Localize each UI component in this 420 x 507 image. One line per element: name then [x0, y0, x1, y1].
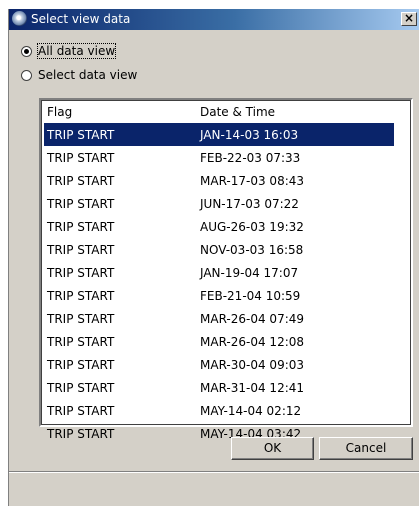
table-row[interactable]: TRIP START JUN-17-03 07:22: [44, 192, 394, 215]
table-row[interactable]: TRIP START MAR-31-04 12:41: [44, 376, 394, 399]
table-row[interactable]: TRIP START FEB-22-03 07:33: [44, 146, 394, 169]
cell-date-time: MAR-31-04 12:41: [200, 380, 305, 395]
table-row[interactable]: TRIP START JAN-14-03 16:03: [44, 123, 394, 146]
table-row[interactable]: TRIP START AUG-26-03 19:32: [44, 215, 394, 238]
dialog-window: Select view data × All data view Select …: [8, 9, 419, 506]
cell-date-time: FEB-22-03 07:33: [200, 150, 301, 165]
close-icon: ×: [403, 11, 415, 25]
cell-flag: TRIP START: [47, 288, 115, 303]
window-title: Select view data: [31, 12, 131, 26]
column-header-date-time[interactable]: Date & Time: [200, 105, 275, 119]
column-header-flag[interactable]: Flag: [47, 105, 72, 119]
ok-button[interactable]: OK: [231, 437, 314, 460]
table-row[interactable]: TRIP START MAY-14-04 02:12: [44, 399, 394, 422]
cell-flag: TRIP START: [47, 357, 115, 372]
cell-date-time: AUG-26-03 19:32: [200, 219, 304, 234]
cell-flag: TRIP START: [47, 380, 115, 395]
cell-flag: TRIP START: [47, 403, 115, 418]
cell-date-time: MAR-26-04 12:08: [200, 334, 305, 349]
table-row[interactable]: TRIP START NOV-03-03 16:58: [44, 238, 394, 261]
table-row[interactable]: TRIP START JAN-19-04 17:07: [44, 261, 394, 284]
table-row[interactable]: TRIP START MAR-30-04 09:03: [44, 353, 394, 376]
radio-button-checked[interactable]: [21, 45, 32, 57]
cell-date-time: MAR-17-03 08:43: [200, 173, 305, 188]
radio-label-all-data-view[interactable]: All data view: [36, 43, 117, 59]
cell-flag: TRIP START: [47, 334, 115, 349]
cell-flag: TRIP START: [47, 265, 115, 280]
cell-flag: TRIP START: [47, 196, 115, 211]
table-row[interactable]: TRIP START MAR-26-04 07:49: [44, 307, 394, 330]
cell-date-time: JAN-14-03 16:03: [200, 127, 299, 142]
cell-date-time: JUN-17-03 07:22: [200, 196, 299, 211]
radio-label-select-data-view[interactable]: Select data view: [38, 68, 137, 82]
cell-date-time: JAN-19-04 17:07: [200, 265, 299, 280]
cell-date-time: NOV-03-03 16:58: [200, 242, 304, 257]
radio-all-data-view[interactable]: All data view: [21, 43, 117, 59]
cell-date-time: FEB-21-04 10:59: [200, 288, 301, 303]
data-list[interactable]: Flag Date & Time TRIP START JAN-14-03 16:…: [39, 98, 413, 441]
close-button[interactable]: ×: [401, 12, 417, 26]
cell-flag: TRIP START: [47, 242, 115, 257]
cell-flag: TRIP START: [47, 426, 115, 441]
cell-date-time: MAY-14-04 02:12: [200, 403, 302, 418]
app-icon: [12, 11, 27, 26]
list-header: Flag Date & Time: [41, 101, 411, 123]
cell-flag: TRIP START: [47, 219, 115, 234]
cell-date-time: MAR-26-04 07:49: [200, 311, 305, 326]
radio-select-data-view[interactable]: Select data view: [21, 67, 137, 83]
radio-button[interactable]: [21, 69, 32, 81]
cancel-button[interactable]: Cancel: [319, 437, 413, 460]
cell-flag: TRIP START: [47, 311, 115, 326]
cell-flag: TRIP START: [47, 127, 115, 142]
table-row[interactable]: TRIP START FEB-21-04 10:59: [44, 284, 394, 307]
table-row[interactable]: TRIP START MAR-17-03 08:43: [44, 169, 394, 192]
cell-flag: TRIP START: [47, 173, 115, 188]
status-bar: [9, 471, 419, 507]
cell-date-time: MAR-30-04 09:03: [200, 357, 305, 372]
title-bar[interactable]: Select view data ×: [9, 9, 419, 30]
table-row[interactable]: TRIP START MAR-26-04 12:08: [44, 330, 394, 353]
cell-flag: TRIP START: [47, 150, 115, 165]
